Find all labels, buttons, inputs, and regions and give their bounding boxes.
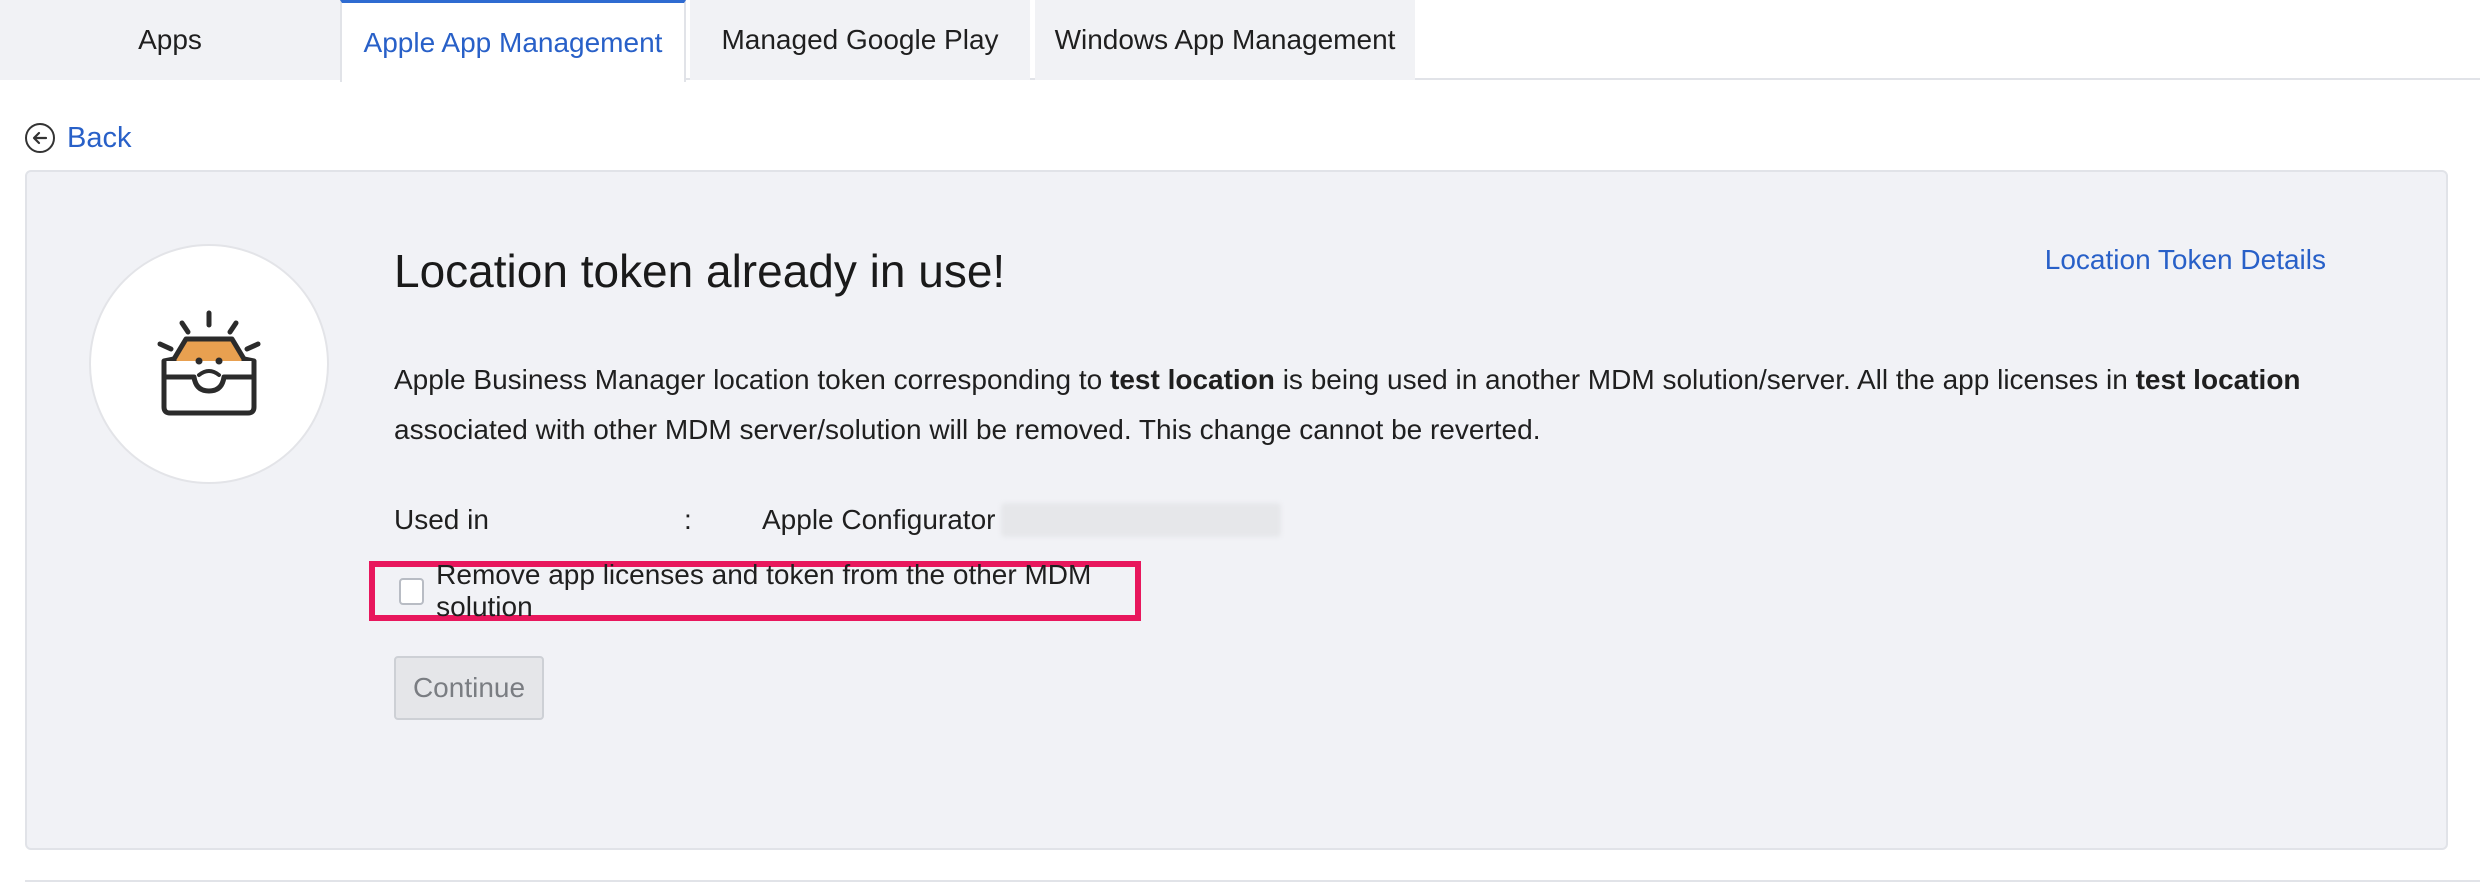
description-text: is being used in another MDM solution/se…	[1274, 364, 2136, 395]
illustration-circle	[89, 244, 329, 484]
used-in-separator: :	[684, 504, 692, 535]
used-in-row: Used in : Apple Configurator	[394, 500, 1282, 540]
back-arrow-circle-icon	[25, 123, 55, 153]
tab-apple-app-management[interactable]: Apple App Management	[340, 0, 686, 82]
tab-label: Apps	[138, 24, 202, 55]
tab-label: Apple App Management	[363, 26, 663, 58]
tab-apps[interactable]: Apps	[0, 0, 340, 80]
used-in-value: Apple Configurator	[762, 504, 996, 535]
location-token-details-link[interactable]: Location Token Details	[2045, 244, 2326, 276]
tab-windows-app-management[interactable]: Windows App Management	[1035, 0, 1415, 80]
sad-inbox-icon	[157, 310, 261, 416]
description-text: associated with other MDM server/solutio…	[394, 414, 1541, 445]
back-link[interactable]: Back	[25, 118, 131, 158]
redacted-server-name	[1001, 503, 1282, 537]
remove-licenses-label[interactable]: Remove app licenses and token from the o…	[436, 559, 1135, 623]
used-in-label: Used in	[394, 504, 489, 535]
page-title: Location token already in use!	[394, 245, 1006, 297]
description-text: Apple Business Manager location token co…	[394, 364, 1110, 395]
remove-licenses-checkbox[interactable]	[399, 577, 425, 605]
tab-label: Managed Google Play	[721, 24, 999, 55]
remove-licenses-option: Remove app licenses and token from the o…	[369, 559, 1141, 623]
conflict-description: Apple Business Manager location token co…	[394, 355, 2354, 455]
token-conflict-card: Location token already in use! Location …	[25, 170, 2448, 850]
location-name: test location	[2135, 364, 2301, 395]
location-name: test location	[1110, 364, 1275, 395]
tab-label: Windows App Management	[1054, 24, 1396, 55]
tab-bar: Apps Apple App Management Managed Google…	[0, 0, 2480, 82]
bottom-divider	[25, 880, 2480, 882]
tab-managed-google-play[interactable]: Managed Google Play	[690, 0, 1030, 80]
continue-button[interactable]: Continue	[394, 656, 544, 720]
back-label: Back	[67, 121, 132, 154]
